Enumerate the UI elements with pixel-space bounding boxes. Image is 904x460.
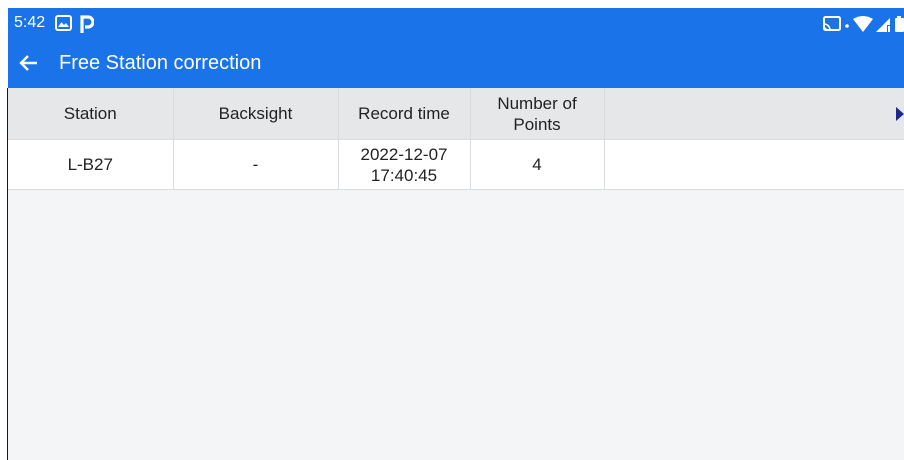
wifi-icon xyxy=(853,16,873,32)
cell-empty xyxy=(604,139,904,190)
cast-icon xyxy=(823,16,841,31)
station-table: Station Backsight Record time Number of … xyxy=(8,88,904,190)
app-bar: Free Station correction xyxy=(8,40,904,88)
cell-station[interactable]: L-B27 xyxy=(8,139,174,190)
cell-record-time[interactable]: 2022-12-07 17:40:45 xyxy=(338,139,471,190)
status-icons xyxy=(823,14,904,34)
parking-app-icon xyxy=(80,15,94,33)
scroll-right-icon[interactable] xyxy=(896,107,904,121)
column-header-empty xyxy=(604,88,904,140)
back-arrow-icon[interactable] xyxy=(17,52,39,74)
column-header-number-of-points[interactable]: Number of Points xyxy=(470,88,605,140)
column-header-backsight[interactable]: Backsight xyxy=(173,88,339,140)
table-header-row: Station Backsight Record time Number of … xyxy=(8,88,904,140)
battery-icon xyxy=(895,16,904,32)
cell-points[interactable]: 4 xyxy=(470,139,605,190)
dot-icon xyxy=(845,24,849,28)
app-screen: 5:42 Free Station correction Station Bac… xyxy=(8,8,904,460)
column-header-station[interactable]: Station xyxy=(8,88,174,140)
status-bar: 5:42 xyxy=(8,8,904,40)
photos-app-icon xyxy=(55,15,72,31)
cell-backsight[interactable]: - xyxy=(173,139,339,190)
column-header-record-time[interactable]: Record time xyxy=(338,88,471,140)
page-title: Free Station correction xyxy=(59,52,262,74)
signal-icon xyxy=(876,18,892,32)
status-time: 5:42 xyxy=(14,14,46,31)
table-row[interactable]: L-B27 - 2022-12-07 17:40:45 4 xyxy=(8,139,904,190)
